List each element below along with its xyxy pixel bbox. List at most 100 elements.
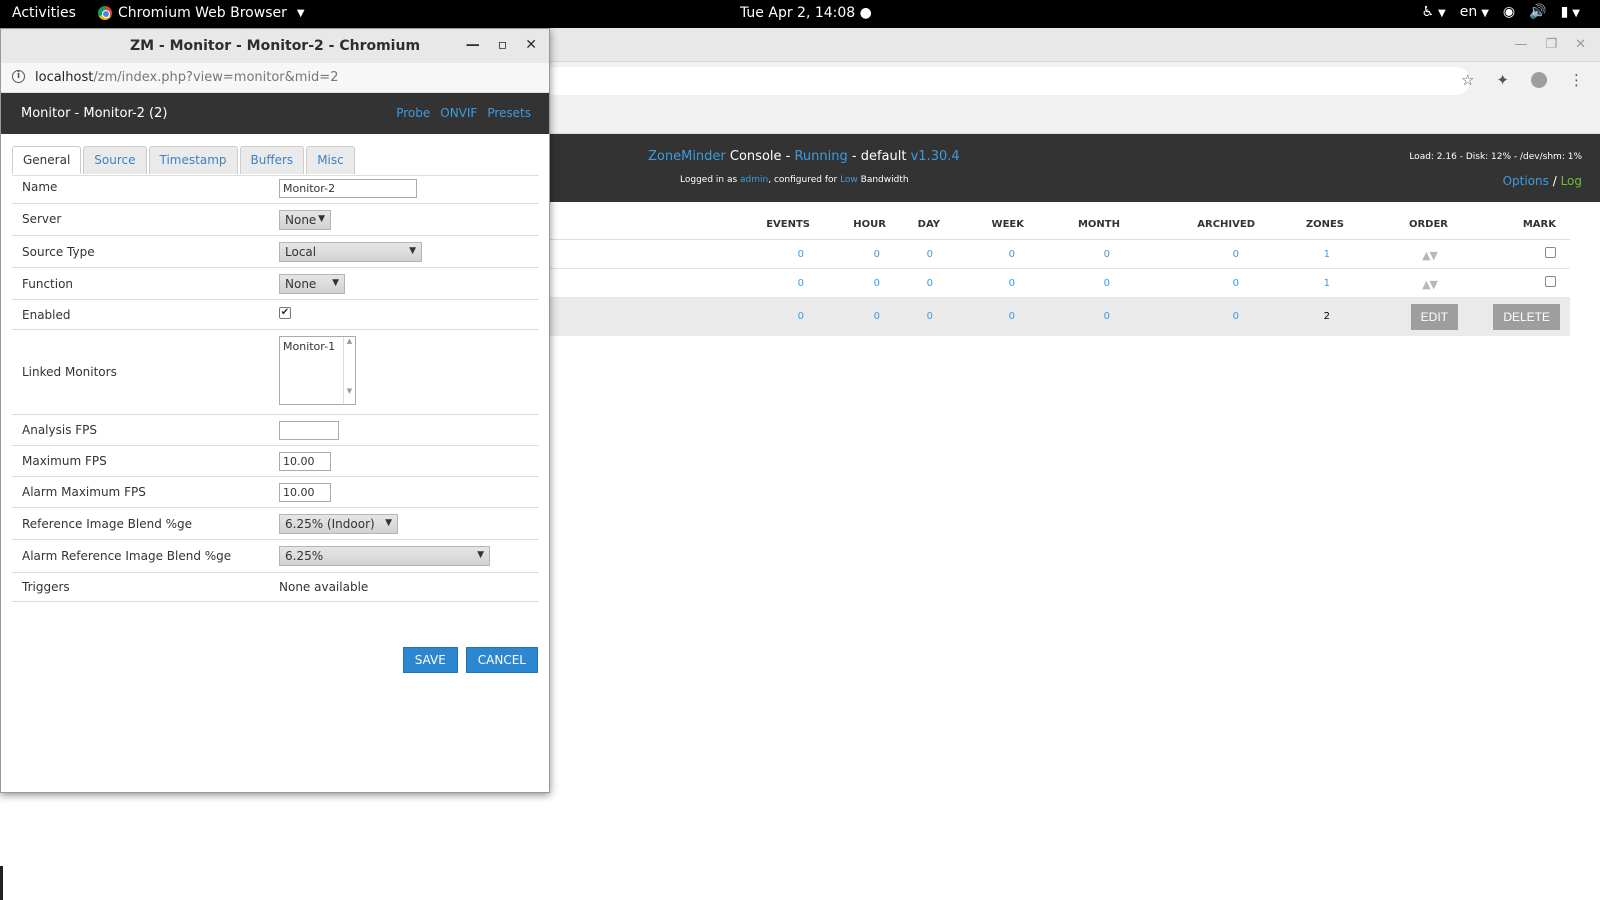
listbox-scrollbar[interactable]: ▲ ▼ <box>343 337 355 404</box>
total-hour-link[interactable]: 0 <box>874 311 880 322</box>
profile-avatar-icon[interactable] <box>1531 72 1547 88</box>
total-events-link[interactable]: 0 <box>798 311 804 322</box>
clock[interactable]: Tue Apr 2, 14:08 ● <box>740 5 872 21</box>
source-type-select[interactable]: Local ▼ <box>279 242 422 262</box>
hour-link[interactable]: 0 <box>874 278 880 289</box>
background-omnibox[interactable] <box>540 67 1470 95</box>
col-zones[interactable]: ZONES <box>1306 219 1344 230</box>
col-day[interactable]: DAY <box>918 219 940 230</box>
maximize-icon[interactable]: ▫ <box>498 37 508 53</box>
edit-button[interactable]: EDIT <box>1410 304 1458 330</box>
form-row-max-fps: Maximum FPS <box>12 446 539 477</box>
col-week[interactable]: WEEK <box>992 219 1024 230</box>
max-fps-input[interactable] <box>279 452 331 471</box>
analysis-fps-input[interactable] <box>279 421 339 440</box>
order-arrows-icon[interactable]: ▲▼ <box>1422 249 1438 262</box>
minimize-icon[interactable]: — <box>466 37 480 53</box>
function-select[interactable]: None ▼ <box>279 274 345 294</box>
day-link[interactable]: 0 <box>927 249 933 260</box>
alarm-ref-blend-label: Alarm Reference Image Blend %ge <box>22 549 232 563</box>
form-row-function: Function None ▼ <box>12 268 539 300</box>
archived-link[interactable]: 0 <box>1233 249 1239 260</box>
form-row-enabled: Enabled ✔ <box>12 300 539 330</box>
restore-icon[interactable]: ❐ <box>1545 37 1557 52</box>
tab-misc[interactable]: Misc <box>306 146 355 174</box>
alarm-max-fps-input[interactable] <box>279 483 331 502</box>
zm-options-link[interactable]: Options <box>1503 174 1549 188</box>
col-mark: MARK <box>1522 219 1556 230</box>
dropdown-arrow-icon: ▼ <box>477 550 484 560</box>
events-link[interactable]: 0 <box>798 278 804 289</box>
close-icon[interactable]: ✕ <box>525 37 537 53</box>
ref-blend-select[interactable]: 6.25% (Indoor) ▼ <box>279 514 398 534</box>
onvif-link[interactable]: ONVIF <box>440 106 477 120</box>
max-fps-label: Maximum FPS <box>22 454 107 468</box>
month-link[interactable]: 0 <box>1104 278 1110 289</box>
week-link[interactable]: 0 <box>1009 278 1015 289</box>
activities-button[interactable]: Activities <box>12 5 76 21</box>
delete-button[interactable]: DELETE <box>1493 304 1560 330</box>
save-button[interactable]: SAVE <box>402 647 458 673</box>
total-day-link[interactable]: 0 <box>927 311 933 322</box>
scroll-down-icon[interactable]: ▼ <box>344 387 355 395</box>
triggers-value: None available <box>279 580 369 594</box>
popup-url-bar[interactable]: i localhost/zm/index.php?view=monitor&mi… <box>1 63 549 93</box>
zm-brand-link[interactable]: ZoneMinder <box>648 149 726 164</box>
probe-link[interactable]: Probe <box>396 106 430 120</box>
zones-link[interactable]: 1 <box>1324 249 1330 260</box>
archived-link[interactable]: 0 <box>1233 278 1239 289</box>
extension-icon[interactable]: ✦ <box>1496 71 1509 89</box>
enabled-checkbox[interactable]: ✔ <box>279 307 291 319</box>
monitor-popup-window: ZM - Monitor - Monitor-2 - Chromium — ▫ … <box>0 28 550 793</box>
month-link[interactable]: 0 <box>1104 249 1110 260</box>
popup-window-controls: — ▫ ✕ <box>466 37 537 53</box>
col-month[interactable]: MONTH <box>1078 219 1120 230</box>
table-row: 0 0 0 0 0 0 1 ▲▼ <box>540 269 1570 298</box>
cancel-button[interactable]: CANCEL <box>465 647 538 673</box>
info-icon[interactable]: i <box>12 70 25 83</box>
form-row-server: Server None ▼ <box>12 204 539 236</box>
tab-buffers[interactable]: Buffers <box>239 146 305 174</box>
zones-link[interactable]: 1 <box>1324 278 1330 289</box>
tab-general[interactable]: General <box>12 146 82 174</box>
zm-bandwidth-link[interactable]: Low <box>840 175 858 185</box>
hour-link[interactable]: 0 <box>874 249 880 260</box>
accessibility-icon[interactable]: ♿ ▼ <box>1421 4 1445 20</box>
gnome-top-bar: Activities Chromium Web Browser ▼ Tue Ap… <box>0 0 1600 28</box>
name-input[interactable] <box>279 179 417 198</box>
total-week-link[interactable]: 0 <box>1009 311 1015 322</box>
mark-checkbox[interactable] <box>1545 276 1556 287</box>
zm-status-link[interactable]: Running <box>794 149 847 164</box>
zm-version-link[interactable]: v1.30.4 <box>911 149 960 164</box>
close-icon[interactable]: ✕ <box>1575 37 1586 52</box>
tab-source[interactable]: Source <box>83 146 147 174</box>
linked-monitor-option[interactable]: Monitor-1 <box>283 340 335 353</box>
menu-kebab-icon[interactable]: ⋮ <box>1569 71 1584 89</box>
col-events[interactable]: EVENTS <box>766 219 810 230</box>
alarm-ref-blend-select[interactable]: 6.25% ▼ <box>279 546 490 566</box>
server-select[interactable]: None ▼ <box>279 210 331 230</box>
linked-monitors-listbox[interactable]: Monitor-1 ▲ ▼ <box>279 336 356 405</box>
app-name: Chromium Web Browser <box>118 5 287 21</box>
tab-timestamp[interactable]: Timestamp <box>148 146 238 174</box>
scroll-up-icon[interactable]: ▲ <box>344 337 355 345</box>
minimize-icon[interactable]: — <box>1514 37 1527 52</box>
app-menu[interactable]: Chromium Web Browser ▼ <box>98 5 305 21</box>
total-month-link[interactable]: 0 <box>1104 311 1110 322</box>
dropdown-arrow-icon: ▼ <box>318 214 325 224</box>
zm-user-link[interactable]: admin <box>740 175 768 185</box>
events-link[interactable]: 0 <box>798 249 804 260</box>
day-link[interactable]: 0 <box>927 278 933 289</box>
mark-checkbox[interactable] <box>1545 247 1556 258</box>
presets-link[interactable]: Presets <box>487 106 531 120</box>
week-link[interactable]: 0 <box>1009 249 1015 260</box>
zm-load-info: Load: 2.16 - Disk: 12% - /dev/shm: 1% <box>1409 152 1582 162</box>
col-hour[interactable]: HOUR <box>853 219 886 230</box>
total-archived-link[interactable]: 0 <box>1233 311 1239 322</box>
language-indicator[interactable]: en ▼ <box>1460 4 1489 20</box>
col-archived[interactable]: ARCHIVED <box>1197 219 1255 230</box>
zm-log-link[interactable]: Log <box>1561 174 1582 188</box>
bookmark-star-icon[interactable]: ☆ <box>1461 71 1474 89</box>
monitor-title: Monitor - Monitor-2 (2) <box>21 106 168 121</box>
order-arrows-icon[interactable]: ▲▼ <box>1422 278 1438 291</box>
